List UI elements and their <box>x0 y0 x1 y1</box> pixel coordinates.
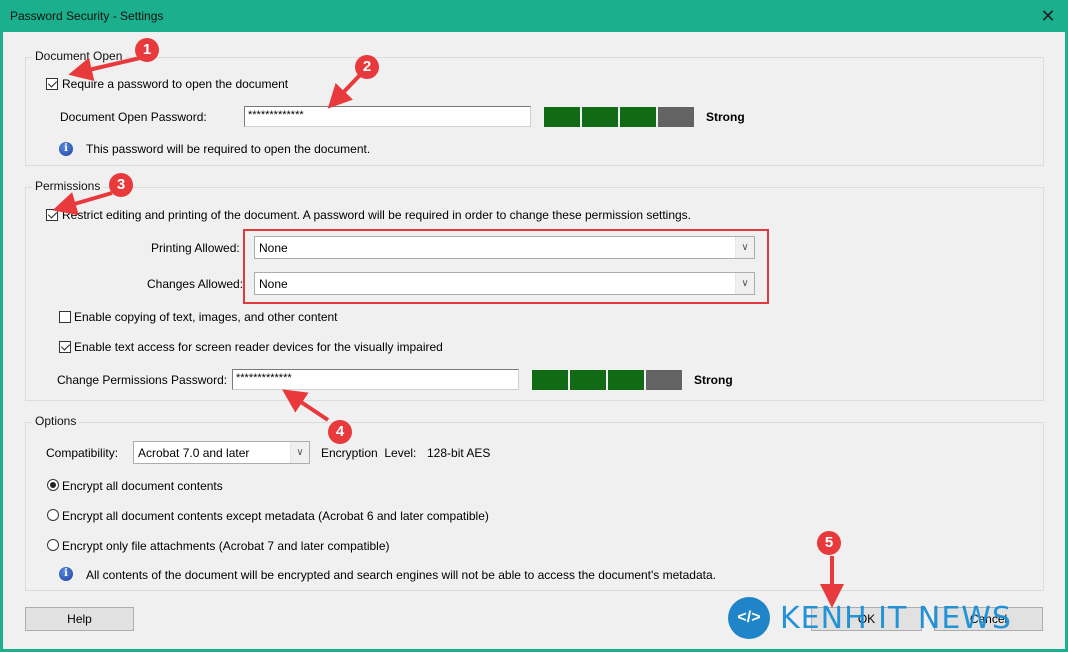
window-title: Password Security - Settings <box>10 9 164 23</box>
encrypt-attachments-radio[interactable] <box>47 539 59 551</box>
changes-allowed-label: Changes Allowed: <box>147 277 244 291</box>
strength-segment <box>544 107 580 127</box>
encrypt-except-metadata-label[interactable]: Encrypt all document contents except met… <box>62 509 489 523</box>
strength-segment <box>608 370 644 390</box>
printing-allowed-label: Printing Allowed: <box>151 241 240 255</box>
screen-reader-checkbox[interactable] <box>59 341 71 353</box>
compatibility-value: Acrobat 7.0 and later <box>138 446 250 460</box>
document-open-strength-meter <box>544 107 694 127</box>
encryption-level-value: 128-bit AES <box>427 446 491 460</box>
strength-segment <box>658 107 694 127</box>
document-open-info-text: This password will be required to open t… <box>86 142 371 156</box>
title-bar: Password Security - Settings ✕ <box>0 0 1068 32</box>
require-password-label[interactable]: Require a password to open the document <box>62 77 288 91</box>
watermark-logo-icon: </> <box>728 597 770 639</box>
encrypt-all-label[interactable]: Encrypt all document contents <box>62 479 223 493</box>
options-legend: Options <box>32 414 80 428</box>
encrypt-except-metadata-radio[interactable] <box>47 509 59 521</box>
encryption-level-label: Encryption Level: <box>321 446 417 460</box>
annotation-badge-4: 4 <box>328 420 352 444</box>
restrict-editing-checkbox[interactable] <box>46 209 58 221</box>
document-open-password-label: Document Open Password: <box>60 110 207 124</box>
enable-copying-checkbox[interactable] <box>59 311 71 323</box>
annotation-highlight-box <box>243 229 769 304</box>
watermark-text: KENH IT NEWS <box>780 600 1012 636</box>
strength-segment <box>646 370 682 390</box>
document-open-strength-label: Strong <box>706 110 745 124</box>
chevron-down-icon[interactable]: ∨ <box>290 442 309 463</box>
strength-segment <box>532 370 568 390</box>
encrypt-attachments-label[interactable]: Encrypt only file attachments (Acrobat 7… <box>62 539 390 553</box>
permissions-password-input[interactable]: ************* <box>232 369 519 390</box>
enable-copying-label[interactable]: Enable copying of text, images, and othe… <box>74 310 338 324</box>
annotation-badge-2: 2 <box>355 55 379 79</box>
permissions-strength-label: Strong <box>694 373 733 387</box>
strength-segment <box>570 370 606 390</box>
info-icon: i <box>59 567 73 581</box>
strength-segment <box>582 107 618 127</box>
annotation-badge-3: 3 <box>109 173 133 197</box>
require-password-checkbox[interactable] <box>46 78 58 90</box>
strength-segment <box>620 107 656 127</box>
permissions-strength-meter <box>532 370 682 390</box>
compatibility-select[interactable]: Acrobat 7.0 and later ∨ <box>133 441 310 464</box>
annotation-badge-5: 5 <box>817 531 841 555</box>
watermark: </> KENH IT NEWS <box>728 596 1012 640</box>
encrypt-all-radio[interactable] <box>47 479 59 491</box>
dialog-body: Document Open Require a password to open… <box>3 32 1065 649</box>
compatibility-label: Compatibility: <box>46 446 119 460</box>
options-info-text: All contents of the document will be enc… <box>86 568 716 582</box>
permissions-password-label: Change Permissions Password: <box>57 373 228 387</box>
document-open-legend: Document Open <box>32 49 126 63</box>
annotation-badge-1: 1 <box>135 38 159 62</box>
close-icon[interactable]: ✕ <box>1038 6 1058 26</box>
permissions-legend: Permissions <box>32 179 104 193</box>
help-button[interactable]: Help <box>25 607 134 631</box>
screen-reader-label[interactable]: Enable text access for screen reader dev… <box>74 340 443 354</box>
document-open-password-input[interactable]: ************* <box>244 106 531 127</box>
restrict-editing-label[interactable]: Restrict editing and printing of the doc… <box>62 208 691 222</box>
info-icon: i <box>59 142 73 156</box>
